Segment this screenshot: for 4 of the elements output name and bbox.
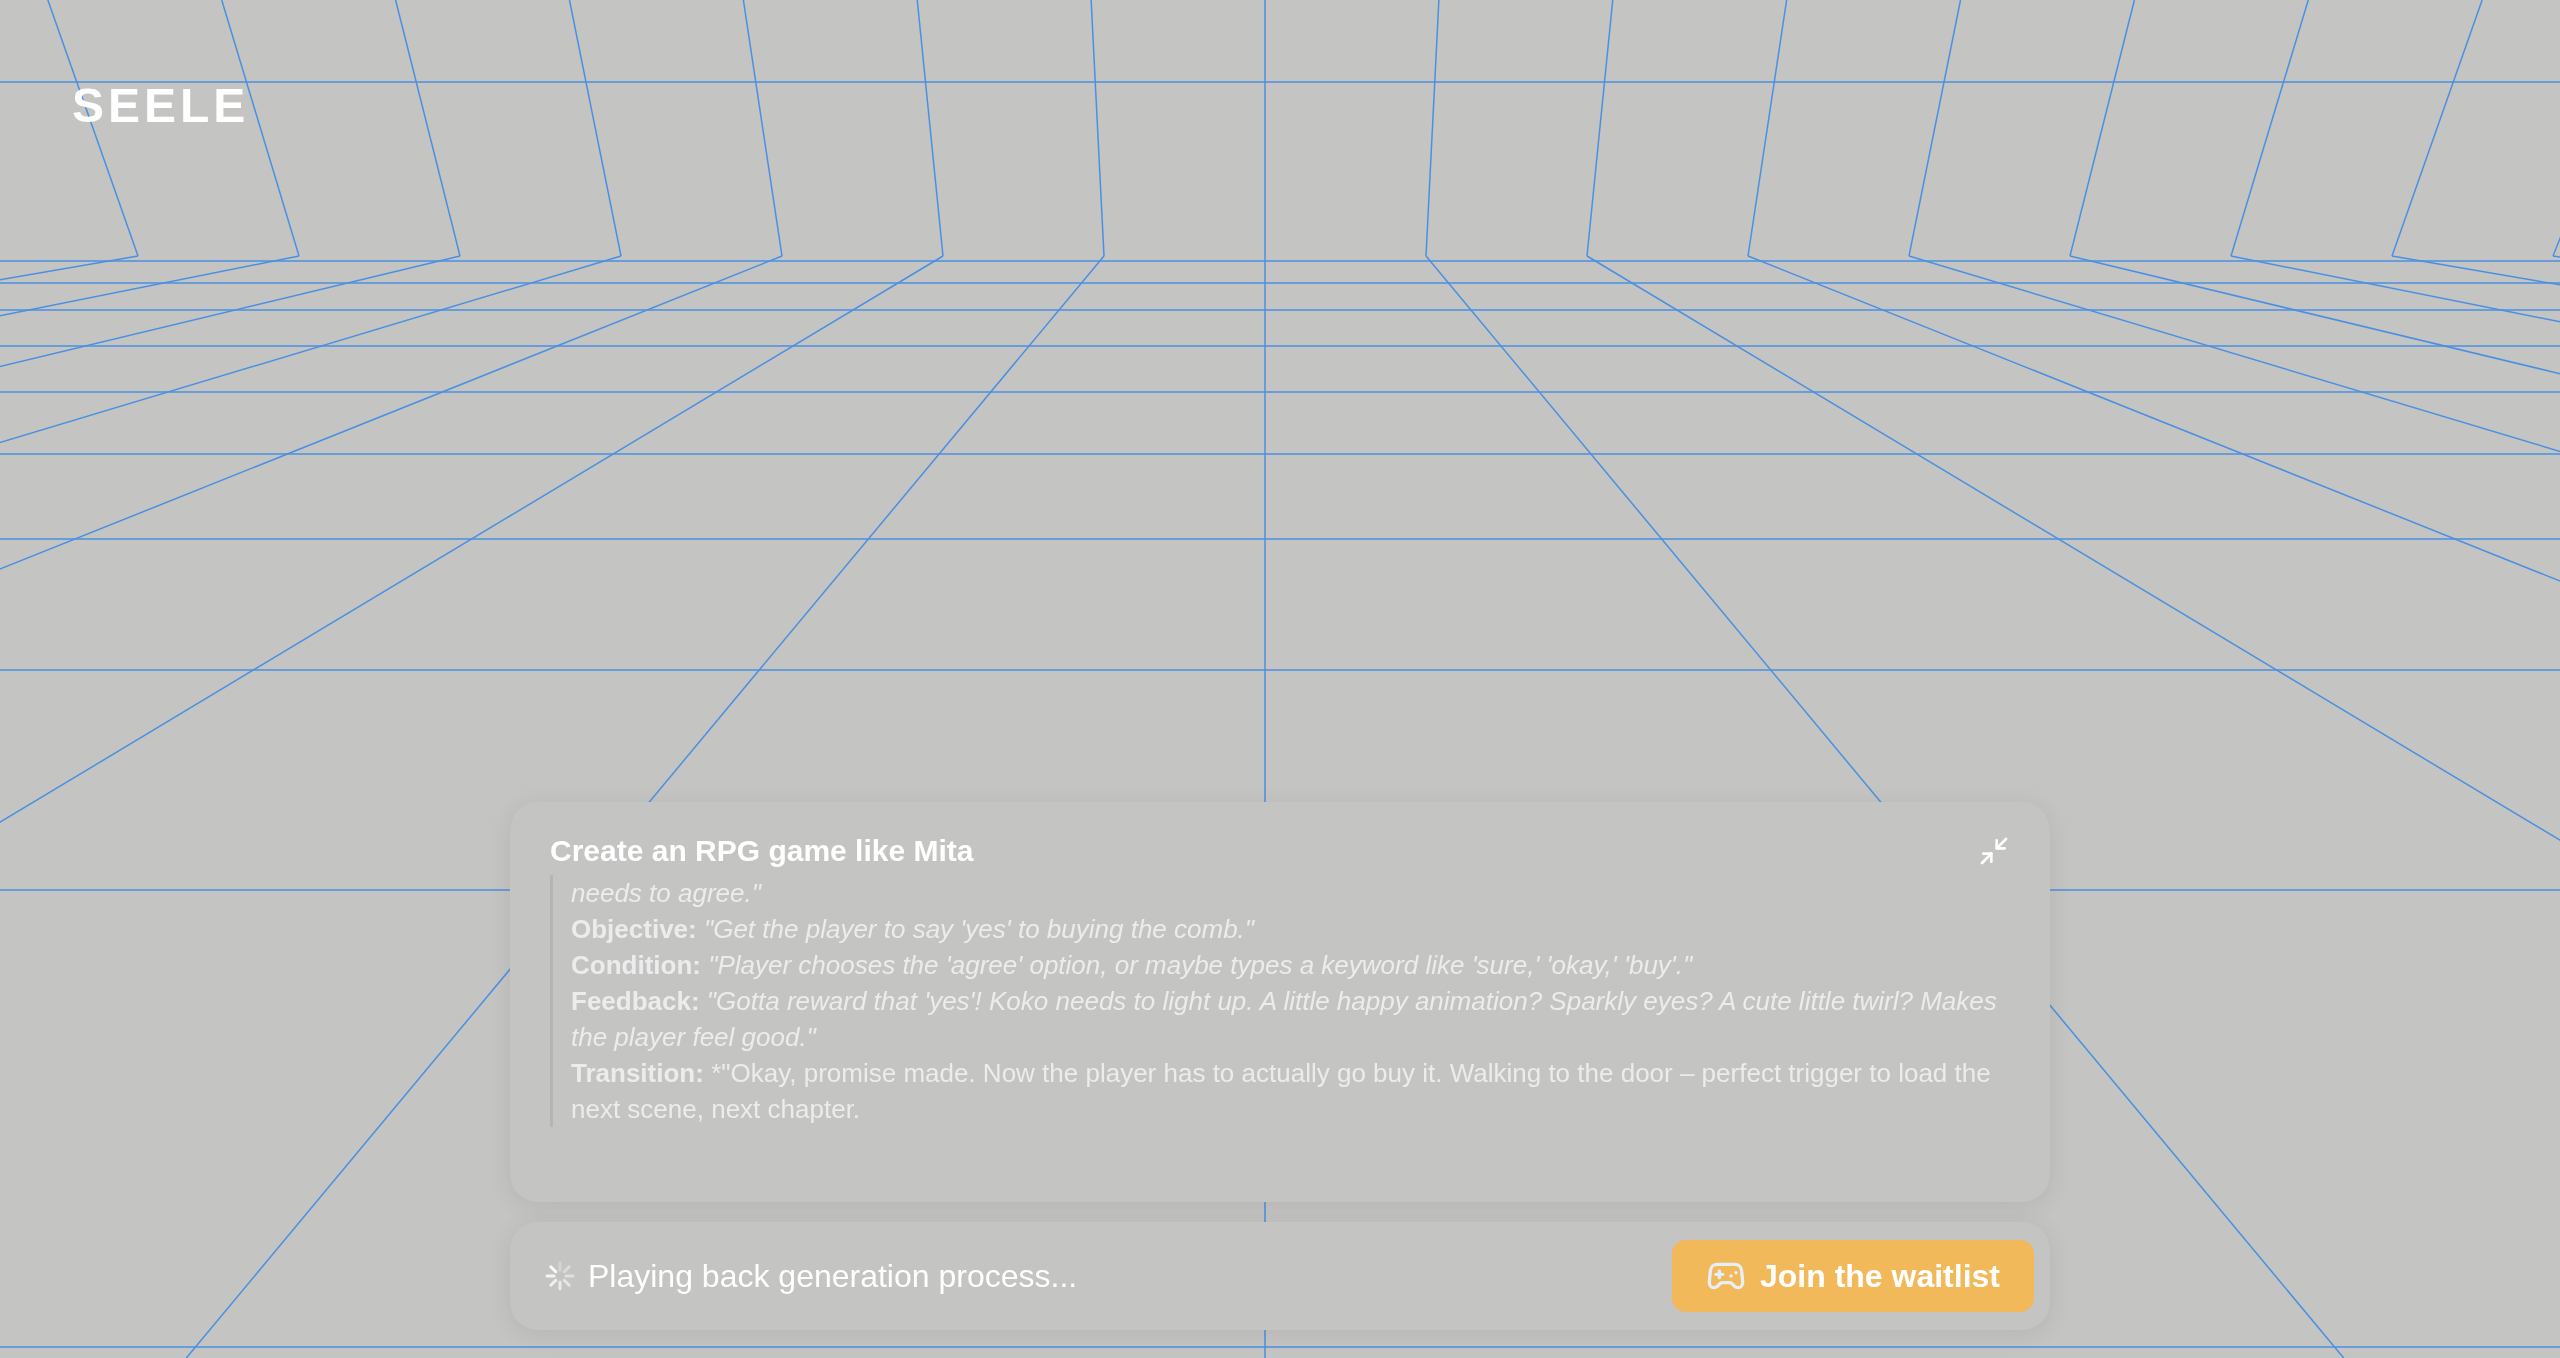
card-title: Create an RPG game like Mita [550,833,974,869]
waitlist-button[interactable]: Join the waitlist [1671,1240,2034,1312]
status-text: Playing back generation process... [588,1257,1078,1296]
spinner-icon [544,1260,576,1292]
